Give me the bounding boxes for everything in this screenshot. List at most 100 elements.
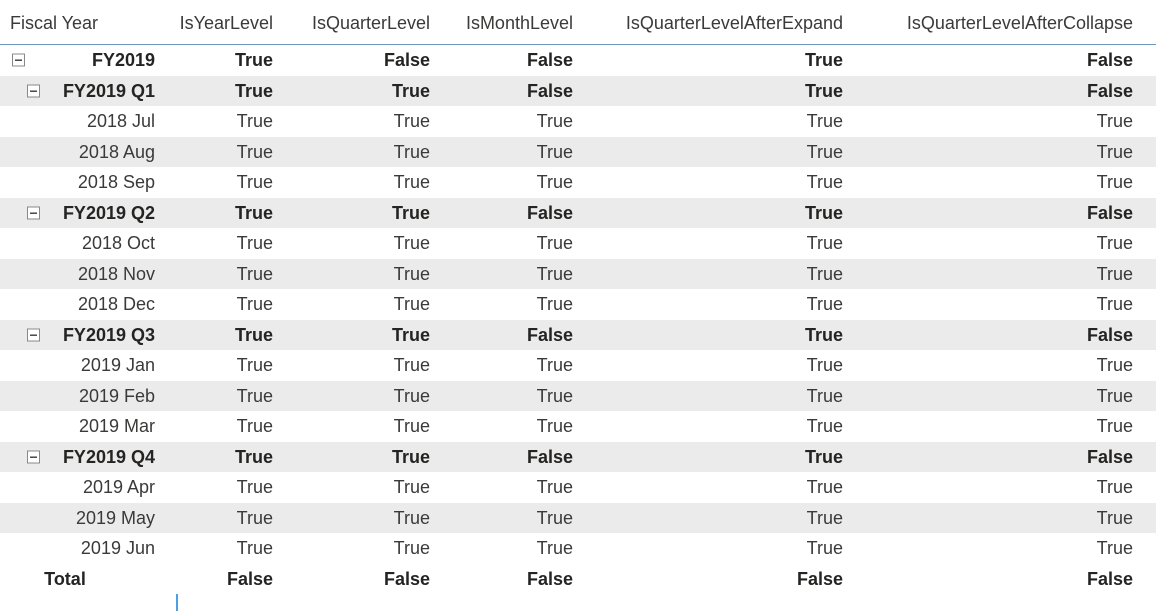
cell-isquarterlevelaftercollapse: True [860,234,1150,252]
column-header-isyearlevel[interactable]: IsYearLevel [176,14,290,32]
table-row: 2019 JanTrueTrueTrueTrueTrue [0,350,1156,381]
cell-ismonthlevel: True [447,295,590,313]
column-header-fiscal-year[interactable]: Fiscal Year [0,14,176,32]
row-header-cell[interactable]: 2018 Sep [0,167,176,198]
cell-isquarterlevelaftercollapse: False [860,326,1150,344]
table-row: 2019 AprTrueTrueTrueTrueTrue [0,472,1156,503]
cell-isyearlevel: True [176,234,290,252]
row-header-cell[interactable]: 2019 Apr [0,472,176,503]
table-row: FY2019 Q2TrueTrueFalseTrueFalse [0,198,1156,229]
cell-isyearlevel: True [176,326,290,344]
row-header-cell[interactable]: 2019 Jun [0,533,176,564]
cell-isquarterlevel: True [290,265,447,283]
cell-isquarterlevel: True [290,448,447,466]
row-header-cell[interactable]: 2019 Feb [0,381,176,412]
row-header-label: 2019 Jun [81,539,155,557]
cell-isquarterlevelafterexpand: True [590,448,860,466]
cell-isquarterlevel: True [290,204,447,222]
cell-isquarterlevelafterexpand: True [590,204,860,222]
table-row: 2018 SepTrueTrueTrueTrueTrue [0,167,1156,198]
row-header-cell[interactable]: 2018 Dec [0,289,176,320]
row-header-cell[interactable]: FY2019 [0,45,176,76]
cell-isquarterlevel: True [290,295,447,313]
row-header-cell[interactable]: 2019 Jan [0,350,176,381]
row-header-cell[interactable]: 2018 Jul [0,106,176,137]
row-header-cell[interactable]: 2019 Mar [0,411,176,442]
cell-isquarterlevelaftercollapse: False [860,204,1150,222]
cell-isquarterlevelafterexpand: True [590,417,860,435]
cell-isquarterlevel: True [290,82,447,100]
cell-isyearlevel: True [176,417,290,435]
row-header-cell[interactable]: 2018 Oct [0,228,176,259]
cell-isquarterlevelafterexpand: True [590,295,860,313]
row-header-cell[interactable]: FY2019 Q1 [0,76,176,107]
cell-isquarterlevel: True [290,387,447,405]
cell-isquarterlevelaftercollapse: True [860,478,1150,496]
cell-isquarterlevelafterexpand: True [590,356,860,374]
minus-square-icon[interactable] [27,450,40,463]
cell-ismonthlevel: True [447,417,590,435]
cell-ismonthlevel: True [447,143,590,161]
cell-ismonthlevel: False [447,326,590,344]
cell-isyearlevel: True [176,539,290,557]
table-row: 2018 NovTrueTrueTrueTrueTrue [0,259,1156,290]
cell-ismonthlevel: True [447,356,590,374]
cell-ismonthlevel: True [447,265,590,283]
cell-isyearlevel: False [176,570,290,588]
row-header-cell[interactable]: 2018 Aug [0,137,176,168]
cell-isquarterlevel: False [290,51,447,69]
row-header-label: 2019 Feb [79,387,155,405]
minus-square-icon[interactable] [27,328,40,341]
cell-isyearlevel: True [176,82,290,100]
row-header-cell[interactable]: Total [0,564,176,595]
table-row: FY2019 Q1TrueTrueFalseTrueFalse [0,76,1156,107]
row-header-label: 2019 Mar [79,417,155,435]
cell-isquarterlevelaftercollapse: False [860,82,1150,100]
cell-isyearlevel: True [176,295,290,313]
row-header-cell[interactable]: FY2019 Q4 [0,442,176,473]
column-header-ismonthlevel[interactable]: IsMonthLevel [447,14,590,32]
row-header-cell[interactable]: FY2019 Q3 [0,320,176,351]
minus-square-icon[interactable] [12,54,25,67]
row-header-cell[interactable]: 2018 Nov [0,259,176,290]
cell-isquarterlevelafterexpand: True [590,234,860,252]
cell-isyearlevel: True [176,112,290,130]
cell-ismonthlevel: False [447,204,590,222]
minus-square-icon[interactable] [27,84,40,97]
row-header-label: 2019 Apr [83,478,155,496]
cell-isyearlevel: True [176,356,290,374]
cell-isquarterlevelafterexpand: False [590,570,860,588]
cell-isyearlevel: True [176,143,290,161]
cell-isquarterlevelaftercollapse: True [860,356,1150,374]
cell-isyearlevel: True [176,509,290,527]
row-header-label: 2019 Jan [81,356,155,374]
cell-isyearlevel: True [176,173,290,191]
row-header-cell[interactable]: 2019 May [0,503,176,534]
cell-isquarterlevelafterexpand: True [590,143,860,161]
table-row: FY2019 Q3TrueTrueFalseTrueFalse [0,320,1156,351]
row-header-label: 2018 Oct [82,234,155,252]
minus-square-icon[interactable] [27,206,40,219]
cell-isquarterlevel: True [290,173,447,191]
cell-ismonthlevel: True [447,234,590,252]
column-header-isquarterlevelafterexpand[interactable]: IsQuarterLevelAfterExpand [590,14,860,32]
cell-isquarterlevelaftercollapse: True [860,173,1150,191]
table-row: 2019 FebTrueTrueTrueTrueTrue [0,381,1156,412]
cell-isquarterlevel: True [290,356,447,374]
cell-ismonthlevel: True [447,173,590,191]
cell-isyearlevel: True [176,204,290,222]
row-header-label: Total [44,570,86,588]
column-header-isquarterlevel[interactable]: IsQuarterLevel [290,14,447,32]
matrix-visual: Fiscal Year IsYearLevelIsQuarterLevelIsM… [0,0,1156,611]
table-row: 2019 MarTrueTrueTrueTrueTrue [0,411,1156,442]
column-header-isquarterlevelaftercollapse[interactable]: IsQuarterLevelAfterCollapse [860,14,1150,32]
cell-isquarterlevelaftercollapse: True [860,509,1150,527]
cell-isquarterlevelafterexpand: True [590,539,860,557]
cell-ismonthlevel: False [447,448,590,466]
row-header-cell[interactable]: FY2019 Q2 [0,198,176,229]
row-header-label: 2019 May [76,509,155,527]
cell-isquarterlevelafterexpand: True [590,51,860,69]
total-row: TotalFalseFalseFalseFalseFalse [0,564,1156,595]
cell-isquarterlevelafterexpand: True [590,265,860,283]
cell-isquarterlevelafterexpand: True [590,112,860,130]
